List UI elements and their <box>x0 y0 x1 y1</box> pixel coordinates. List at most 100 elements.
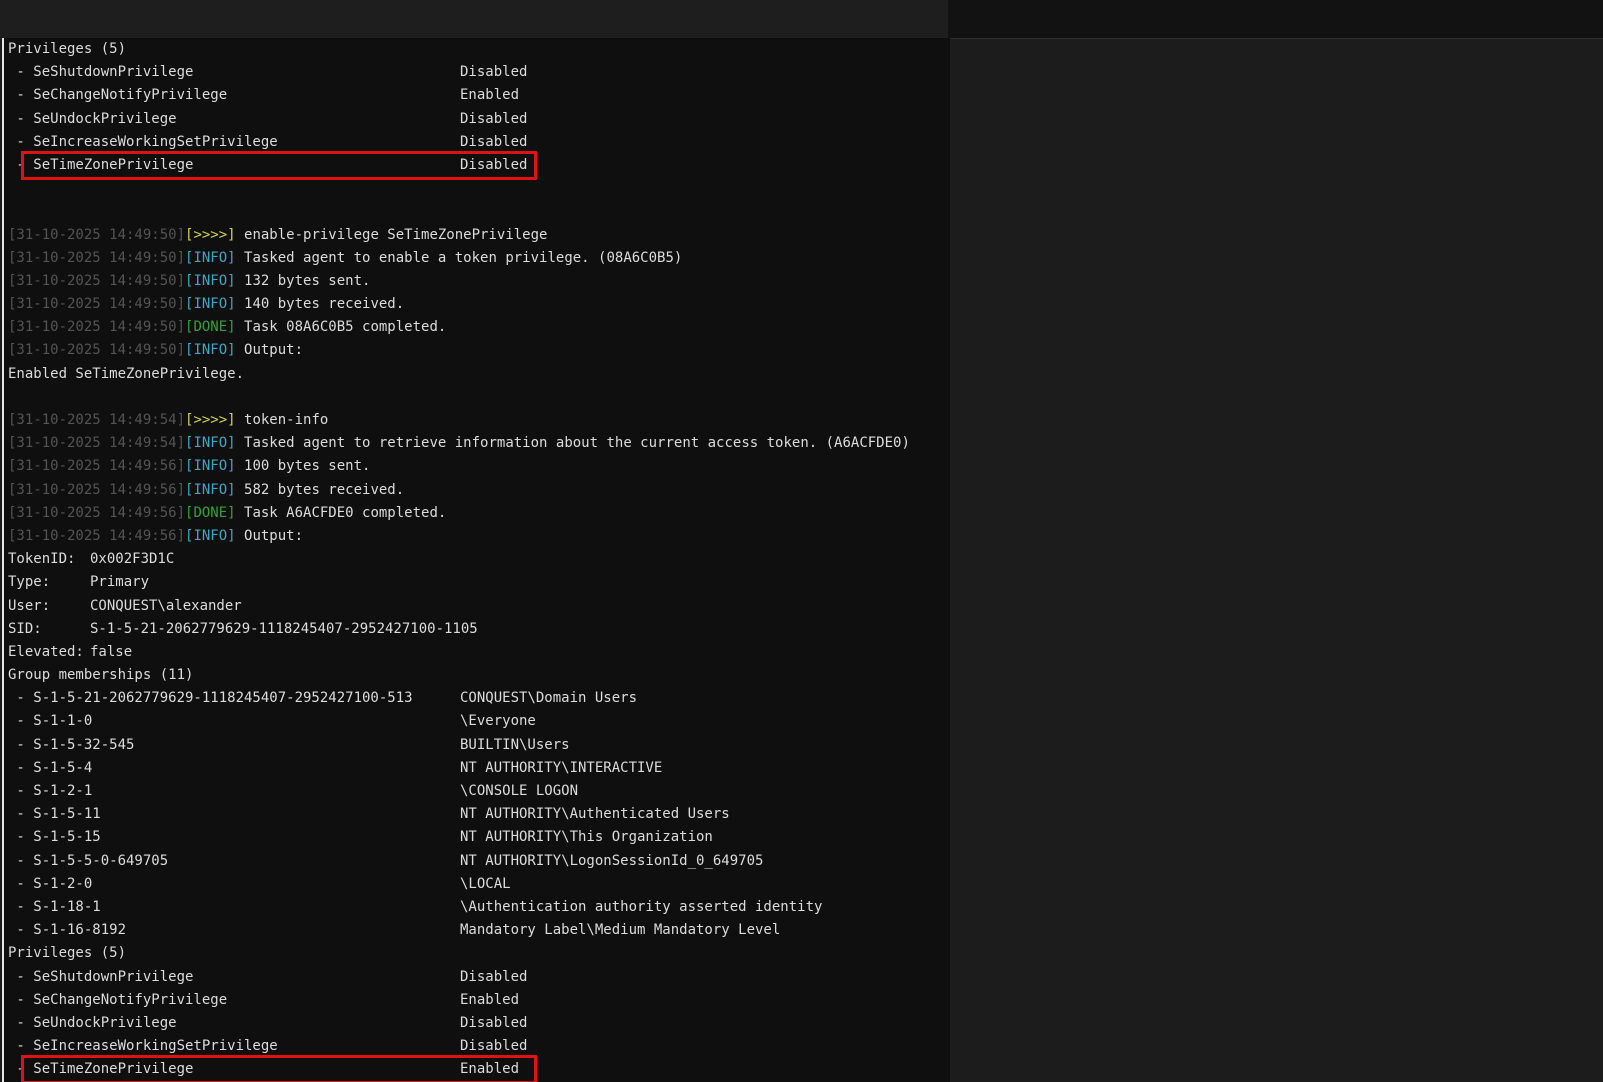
log-line: [31-10-2025 14:49:50][>>>>] enable-privi… <box>8 224 950 247</box>
session-title-bar: CONQUEST\alexander@CLIENT01.conquest.loc… <box>0 0 948 38</box>
log-timestamp: [31-10-2025 14:49:56] <box>8 528 185 544</box>
log-message: Output: <box>236 342 303 358</box>
log-timestamp: [31-10-2025 14:49:54] <box>8 435 185 451</box>
log-line: [31-10-2025 14:49:54][>>>>] token-info <box>8 409 950 432</box>
pair-value: S-1-5-21-2062779629-1118245407-295242710… <box>90 618 478 641</box>
log-tag-info: [INFO] <box>185 528 236 544</box>
pair-value: \CONSOLE LOGON <box>460 780 578 803</box>
key-value-line: - SeShutdownPrivilege Disabled <box>8 61 950 84</box>
log-tag-cmd: [>>>>] <box>185 227 236 243</box>
log-tag-info: [INFO] <box>185 482 236 498</box>
key-value-line: - SeUndockPrivilegeDisabled <box>8 1012 950 1035</box>
log-timestamp: [31-10-2025 14:49:56] <box>8 458 185 474</box>
terminal-blank-line <box>8 177 950 200</box>
key-value-line: SID:S-1-5-21-2062779629-1118245407-29524… <box>8 618 950 641</box>
pair-label: - S-1-5-5-0-649705 <box>8 853 168 869</box>
pair-value: Disabled <box>460 966 527 989</box>
log-timestamp: [31-10-2025 14:49:50] <box>8 227 185 243</box>
log-message: 132 bytes sent. <box>236 273 371 289</box>
log-message: enable-privilege SeTimeZonePrivilege <box>236 227 548 243</box>
pair-label: Type: <box>8 574 50 590</box>
log-timestamp: [31-10-2025 14:49:50] <box>8 273 185 289</box>
log-line: [31-10-2025 14:49:54][INFO] Tasked agent… <box>8 432 950 455</box>
pair-label: - S-1-5-32-545 <box>8 737 134 753</box>
pair-label: - S-1-5-4 <box>8 760 92 776</box>
key-value-line: - S-1-18-1\Authentication authority asse… <box>8 896 950 919</box>
log-line: [31-10-2025 14:49:56][INFO] Output: <box>8 525 950 548</box>
pair-value: 0x002F3D1C <box>90 548 174 571</box>
log-tag-info: [INFO] <box>185 273 236 289</box>
key-value-line: - S-1-5-32-545 BUILTIN\Users <box>8 734 950 757</box>
log-line: [31-10-2025 14:49:56][DONE] Task A6ACFDE… <box>8 502 950 525</box>
key-value-line: - SeIncreaseWorkingSetPrivilege Disabled <box>8 1035 950 1058</box>
pair-value: false <box>90 641 132 664</box>
pair-label: - S-1-5-21-2062779629-1118245407-2952427… <box>8 690 413 706</box>
pair-value: NT AUTHORITY\INTERACTIVE <box>460 757 662 780</box>
key-value-line: - S-1-5-15 NT AUTHORITY\This Organization <box>8 826 950 849</box>
pair-value: Disabled <box>460 108 527 131</box>
key-value-line: - S-1-1-0\Everyone <box>8 710 950 733</box>
pair-value: Disabled <box>460 131 527 154</box>
log-message: Task 08A6C0B5 completed. <box>236 319 447 335</box>
terminal-output[interactable]: Privileges (5) - SeShutdownPrivilege Disa… <box>2 38 950 1082</box>
pair-label: - SeShutdownPrivilege <box>8 64 193 80</box>
key-value-line: - SeChangeNotifyPrivilegeEnabled <box>8 989 950 1012</box>
pair-label: - SeUndockPrivilege <box>8 1015 177 1031</box>
terminal-text-line: Enabled SeTimeZonePrivilege. <box>8 363 950 386</box>
key-value-line: - S-1-5-5-0-649705 NT AUTHORITY\LogonSess… <box>8 850 950 873</box>
log-timestamp: [31-10-2025 14:49:56] <box>8 482 185 498</box>
log-tag-done: [DONE] <box>185 505 236 521</box>
log-message: Tasked agent to retrieve information abo… <box>236 435 910 451</box>
log-message: Output: <box>236 528 303 544</box>
pair-value: Disabled <box>460 61 527 84</box>
key-value-line: - S-1-5-11NT AUTHORITY\Authenticated Use… <box>8 803 950 826</box>
log-tag-info: [INFO] <box>185 296 236 312</box>
log-tag-cmd: [>>>>] <box>185 412 236 428</box>
right-pane-header <box>948 0 1603 39</box>
key-value-line: - SeTimeZonePrivilege Enabled <box>8 1058 950 1081</box>
key-value-line: Elevated: false <box>8 641 950 664</box>
key-value-line: User:CONQUEST\alexander <box>8 595 950 618</box>
log-tag-info: [INFO] <box>185 458 236 474</box>
pair-value: Enabled <box>460 1058 519 1081</box>
pair-label: - SeIncreaseWorkingSetPrivilege <box>8 1038 278 1054</box>
pair-value: NT AUTHORITY\This Organization <box>460 826 713 849</box>
pair-label: - SeTimeZonePrivilege <box>8 157 193 173</box>
log-timestamp: [31-10-2025 14:49:50] <box>8 342 185 358</box>
terminal-text-line: Privileges (5) <box>8 942 950 965</box>
pair-value: CONQUEST\Domain Users <box>460 687 637 710</box>
log-line: [31-10-2025 14:49:56][INFO] 100 bytes se… <box>8 455 950 478</box>
key-value-line: - SeIncreaseWorkingSetPrivilege Disabled <box>8 131 950 154</box>
pair-label: - SeTimeZonePrivilege <box>8 1061 193 1077</box>
pair-label: - S-1-16-8192 <box>8 922 126 938</box>
log-tag-info: [INFO] <box>185 435 236 451</box>
pair-label: - SeIncreaseWorkingSetPrivilege <box>8 134 278 150</box>
pair-value: Enabled <box>460 84 519 107</box>
log-tag-done: [DONE] <box>185 319 236 335</box>
pair-label: Elevated: <box>8 644 84 660</box>
key-value-line: Type: Primary <box>8 571 950 594</box>
key-value-line: - S-1-2-1\CONSOLE LOGON <box>8 780 950 803</box>
key-value-line: - S-1-2-0\LOCAL <box>8 873 950 896</box>
key-value-line: - SeShutdownPrivilegeDisabled <box>8 966 950 989</box>
pair-label: - SeUndockPrivilege <box>8 111 177 127</box>
pair-value: Disabled <box>460 1035 527 1058</box>
log-message: Task A6ACFDE0 completed. <box>236 505 447 521</box>
pair-value: Primary <box>90 571 149 594</box>
pair-value: Disabled <box>460 154 527 177</box>
pair-label: - SeChangeNotifyPrivilege <box>8 87 227 103</box>
pair-value: Mandatory Label\Medium Mandatory Level <box>460 919 780 942</box>
pair-label: - S-1-5-15 <box>8 829 101 845</box>
terminal-blank-line <box>8 386 950 409</box>
pair-value: NT AUTHORITY\LogonSessionId_0_649705 <box>460 850 763 873</box>
terminal-text: Group memberships (11) <box>8 667 193 683</box>
monarch-agent-console-window: { "window": { "title": "CONQUEST\\alexan… <box>0 0 1603 1082</box>
pair-label: - SeChangeNotifyPrivilege <box>8 992 227 1008</box>
log-message: 100 bytes sent. <box>236 458 371 474</box>
pair-value: BUILTIN\Users <box>460 734 570 757</box>
pair-value: \Authentication authority asserted ident… <box>460 896 822 919</box>
key-value-line: - SeUndockPrivilege Disabled <box>8 108 950 131</box>
key-value-line: - S-1-16-8192 Mandatory Label\Medium Mand… <box>8 919 950 942</box>
key-value-line: - S-1-5-21-2062779629-1118245407-2952427… <box>8 687 950 710</box>
log-message: 582 bytes received. <box>236 482 405 498</box>
